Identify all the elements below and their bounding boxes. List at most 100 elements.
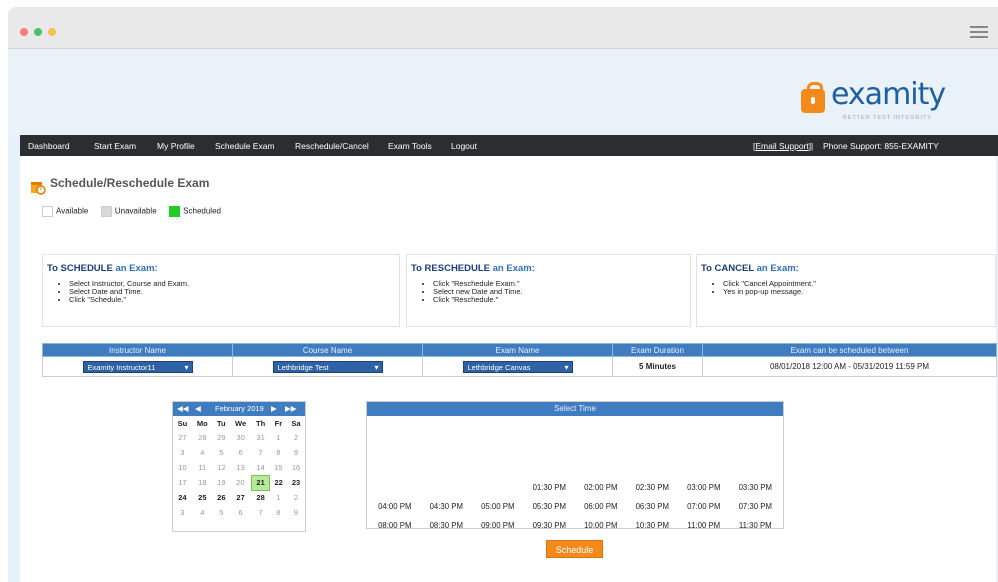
time-slot[interactable]: 02:00 PM — [575, 478, 627, 497]
time-slot[interactable]: 03:00 PM — [678, 478, 730, 497]
calendar-day[interactable]: 19 — [213, 475, 230, 490]
time-slot[interactable]: 08:30 PM — [421, 516, 473, 535]
calendar-day[interactable]: 7 — [251, 445, 269, 460]
calendar-grid: Su Mo Tu We Th Fr Sa 27 28 29 30 31 1 2 — [173, 416, 305, 520]
calendar-day[interactable]: 5 — [213, 445, 230, 460]
nav-exam-tools[interactable]: Exam Tools — [388, 141, 432, 151]
time-slot[interactable]: 07:00 PM — [678, 497, 730, 516]
time-slot[interactable]: 04:00 PM — [369, 497, 421, 516]
calendar-day[interactable]: 9 — [287, 445, 305, 460]
calendar-day[interactable]: 9 — [287, 505, 305, 520]
calendar-day[interactable]: 11 — [192, 460, 213, 475]
calendar-day[interactable]: 22 — [270, 475, 287, 490]
time-slot-unavailable — [627, 459, 679, 478]
calendar-day[interactable]: 27 — [230, 490, 252, 505]
calendar-day[interactable]: 10 — [173, 460, 192, 475]
course-cell: Lethbridge Test — [232, 356, 423, 377]
weekday-label: Th — [256, 418, 266, 428]
calendar-day[interactable]: 29 — [213, 430, 230, 445]
calendar-day[interactable]: 1 — [270, 490, 287, 505]
calendar-day[interactable]: 6 — [230, 445, 252, 460]
calendar-day[interactable]: 14 — [251, 460, 269, 475]
time-slot[interactable]: 08:00 PM — [369, 516, 421, 535]
calendar-day[interactable]: 25 — [192, 490, 213, 505]
nav-schedule-exam[interactable]: Schedule Exam — [215, 141, 275, 151]
calendar-day-selected[interactable]: 21 — [250, 474, 271, 491]
weekday-label: Sa — [291, 418, 301, 428]
nav-dashboard[interactable]: Dashboard — [28, 141, 70, 151]
logo-text: examity — [831, 77, 946, 112]
calendar-day[interactable]: 3 — [173, 445, 192, 460]
calendar-day[interactable]: 26 — [213, 490, 230, 505]
schedule-button[interactable]: Schedule — [546, 540, 603, 558]
time-slot[interactable]: 09:30 PM — [524, 516, 576, 535]
lock-icon — [801, 82, 825, 113]
calendar-day[interactable]: 6 — [230, 505, 252, 520]
exam-select[interactable]: Lethbridge Canvas — [462, 360, 573, 374]
calendar-day[interactable]: 2 — [287, 490, 305, 505]
calendar-day[interactable]: 12 — [213, 460, 230, 475]
time-slot[interactable]: 04:30 PM — [421, 497, 473, 516]
time-slot[interactable]: 03:30 PM — [730, 478, 782, 497]
prev-month-icon[interactable]: ◀ — [195, 404, 201, 413]
time-slot-unavailable — [421, 459, 473, 478]
time-slot-unavailable — [575, 459, 627, 478]
instructor-select[interactable]: Examity Instructor11 — [82, 360, 193, 374]
prev-year-icon[interactable]: ◀◀ — [177, 404, 189, 413]
time-slot[interactable]: 06:30 PM — [627, 497, 679, 516]
course-select[interactable]: Lethbridge Test — [272, 360, 383, 374]
calendar-day[interactable]: 1 — [270, 430, 287, 445]
time-slot[interactable]: 05:00 PM — [472, 497, 524, 516]
legend-swatch — [169, 206, 181, 218]
calendar-day[interactable]: 27 — [173, 430, 192, 445]
calendar-day[interactable]: 17 — [173, 475, 192, 490]
next-year-icon[interactable]: ▶▶ — [285, 404, 297, 413]
calendar-day[interactable]: 16 — [287, 460, 305, 475]
menu-icon[interactable] — [970, 26, 988, 41]
time-slot[interactable]: 07:30 PM — [730, 497, 782, 516]
weekday-label: We — [235, 418, 247, 428]
nav-start-exam[interactable]: Start Exam — [94, 141, 136, 151]
time-slot[interactable]: 05:30 PM — [524, 497, 576, 516]
nav-reschedule-cancel[interactable]: Reschedule/Cancel — [295, 141, 369, 151]
time-slot[interactable]: 11:00 PM — [678, 516, 730, 535]
weekday-label: Mo — [196, 418, 208, 428]
calendar-day[interactable]: 18 — [192, 475, 213, 490]
calendar-day[interactable]: 7 — [251, 505, 269, 520]
calendar-day[interactable]: 28 — [251, 490, 269, 505]
calendar-day[interactable]: 4 — [192, 445, 213, 460]
time-slot[interactable]: 01:30 PM — [524, 478, 576, 497]
calendar-day[interactable]: 20 — [230, 475, 252, 490]
time-slot[interactable]: 02:30 PM — [627, 478, 679, 497]
calendar-day[interactable]: 5 — [213, 505, 230, 520]
nav-logout[interactable]: Logout — [451, 141, 477, 151]
calendar-day[interactable]: 8 — [270, 445, 287, 460]
calendar-day[interactable]: 24 — [173, 490, 192, 505]
time-slot[interactable]: 09:00 PM — [472, 516, 524, 535]
time-slot[interactable]: 10:00 PM — [575, 516, 627, 535]
calendar-day[interactable]: 28 — [192, 430, 213, 445]
minimize-dot[interactable] — [48, 28, 56, 36]
calendar-day[interactable]: 30 — [230, 430, 252, 445]
calendar-day[interactable]: 4 — [192, 505, 213, 520]
cancel-instructions: To CANCEL an Exam: Click "Cancel Appoint… — [696, 254, 996, 327]
email-support-link[interactable]: [Email Support] — [753, 141, 811, 151]
time-slot[interactable]: 06:00 PM — [575, 497, 627, 516]
calendar-day[interactable]: 15 — [270, 460, 287, 475]
time-slot[interactable]: 11:30 PM — [730, 516, 782, 535]
calendar-day[interactable]: 8 — [270, 505, 287, 520]
calendar-day[interactable]: 23 — [287, 475, 305, 490]
calendar-day[interactable]: 3 — [173, 505, 192, 520]
month-label[interactable]: February 2019 — [215, 404, 264, 413]
availability-legend: Available Unavailable Scheduled — [42, 206, 231, 218]
time-picker: Select Time 01:30 PM 02:00 PM 02:30 PM 0… — [366, 401, 784, 530]
calendar-day[interactable]: 31 — [251, 430, 269, 445]
nav-my-profile[interactable]: My Profile — [157, 141, 195, 151]
calendar-day[interactable]: 13 — [230, 460, 252, 475]
time-slot[interactable]: 10:30 PM — [627, 516, 679, 535]
list-item: Click "Schedule." — [69, 296, 399, 304]
calendar-day[interactable]: 2 — [287, 430, 305, 445]
close-dot[interactable] — [20, 28, 28, 36]
maximize-dot[interactable] — [34, 28, 42, 36]
next-month-icon[interactable]: ▶ — [271, 404, 277, 413]
